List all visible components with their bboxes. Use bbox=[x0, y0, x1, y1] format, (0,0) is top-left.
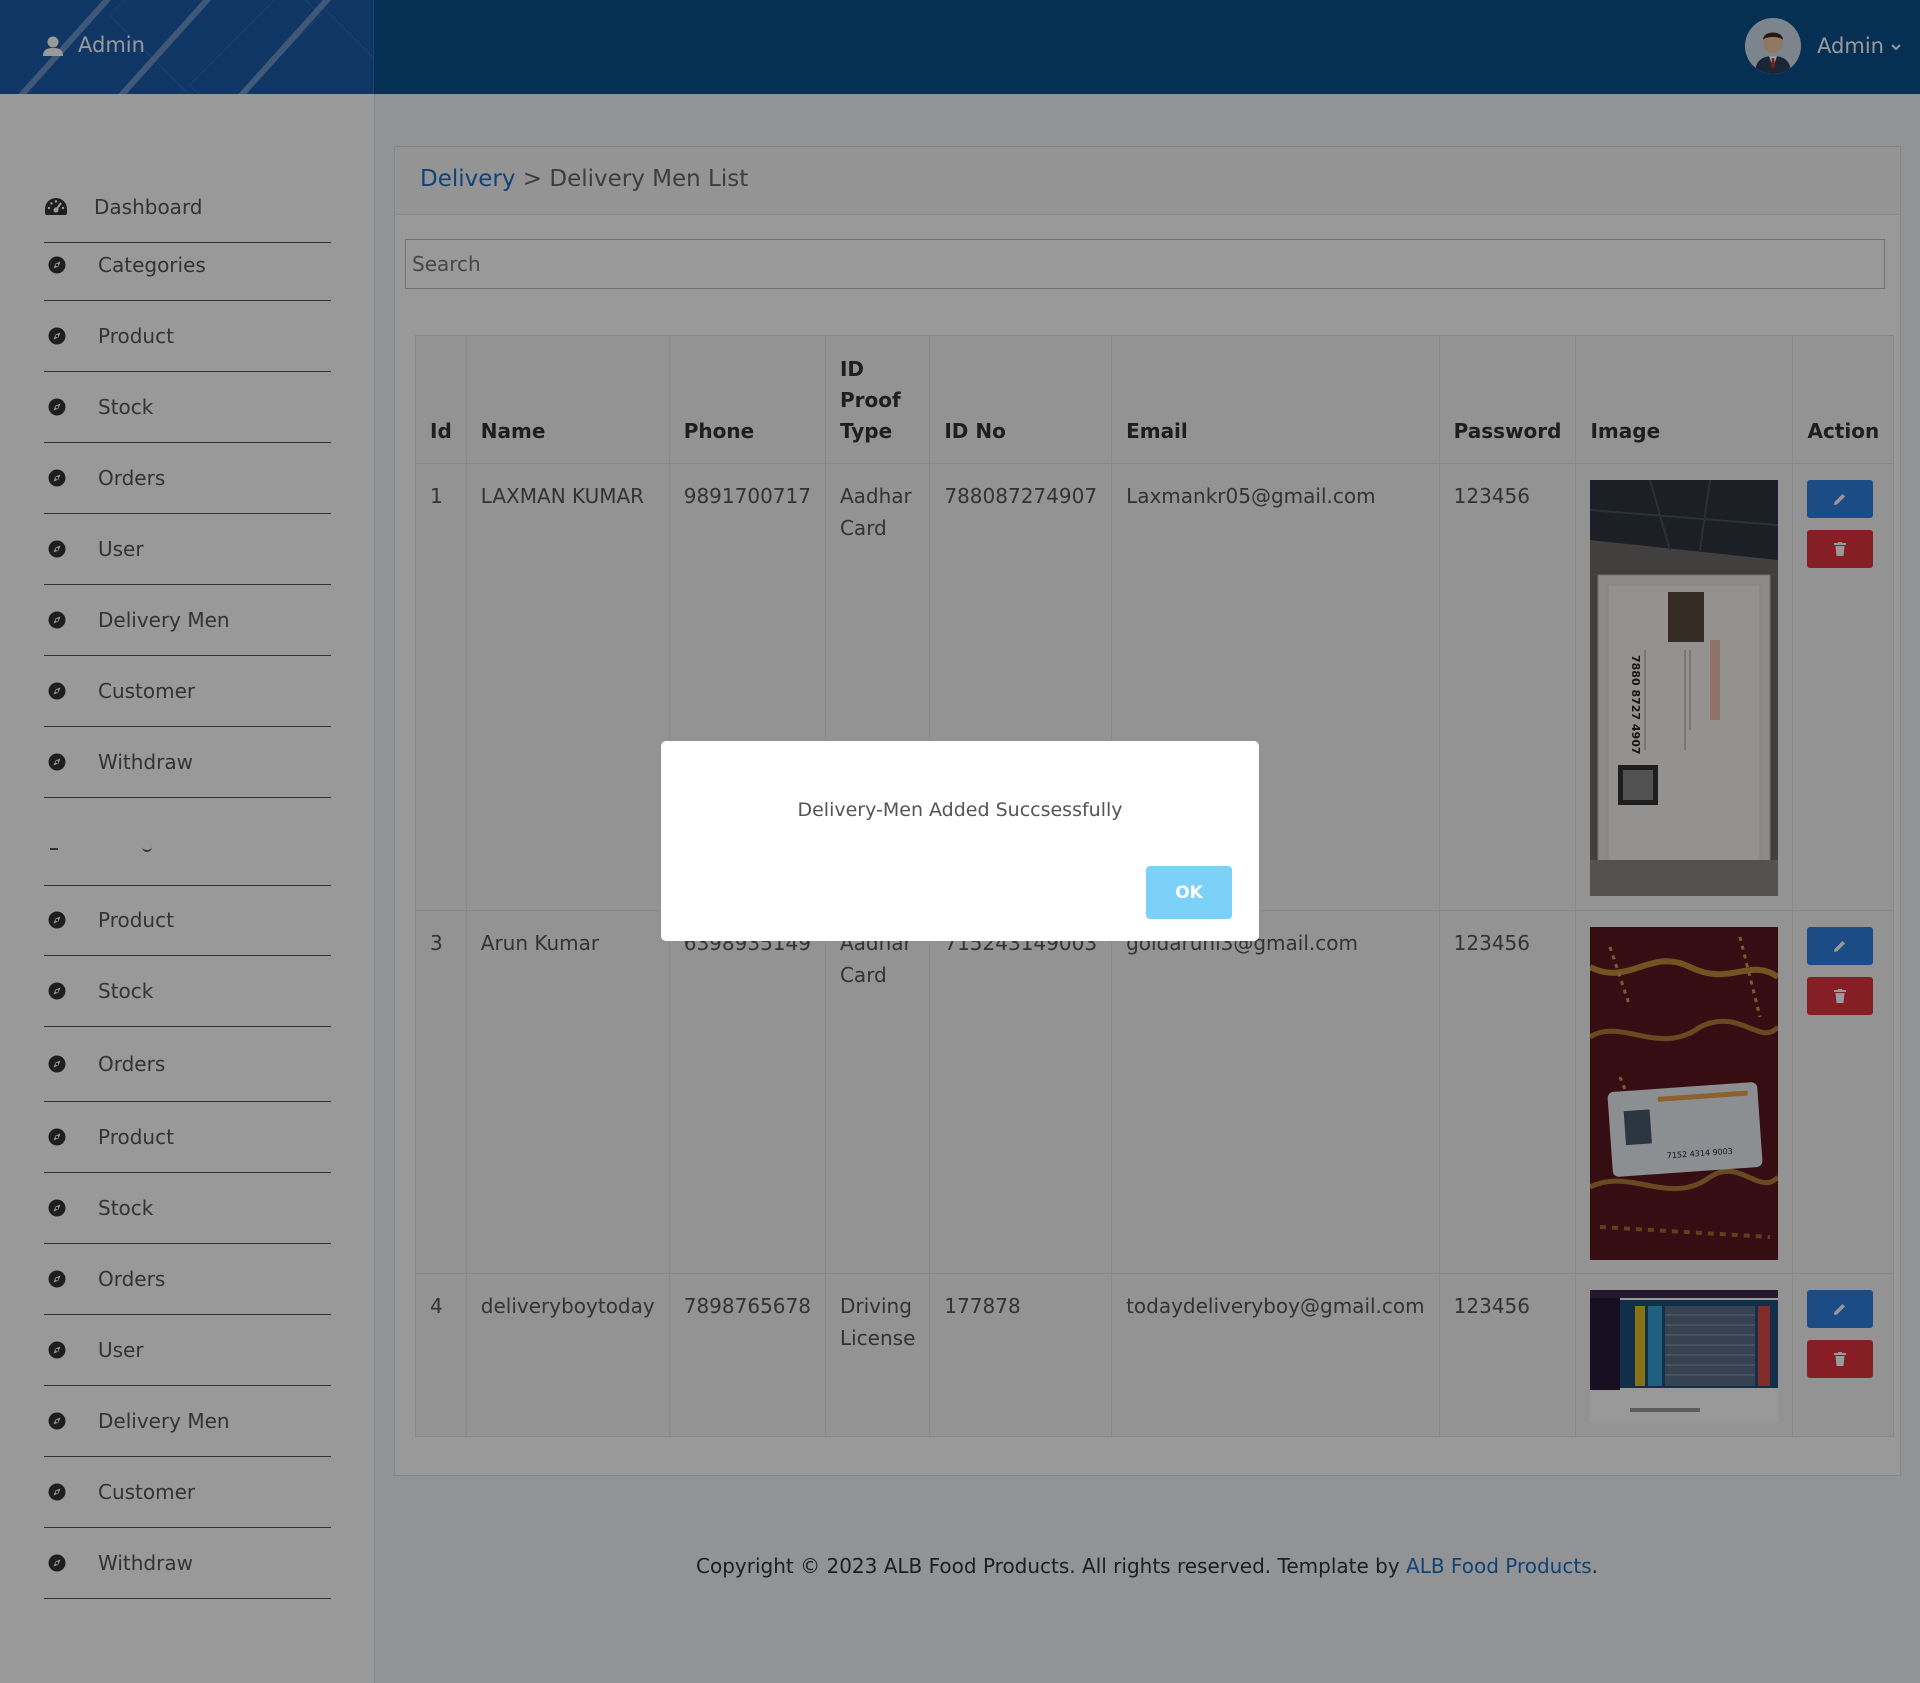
ok-button[interactable]: OK bbox=[1146, 866, 1232, 919]
success-dialog: Delivery-Men Added Succsessfully OK bbox=[661, 741, 1259, 941]
dialog-message: Delivery-Men Added Succsessfully bbox=[797, 799, 1123, 821]
